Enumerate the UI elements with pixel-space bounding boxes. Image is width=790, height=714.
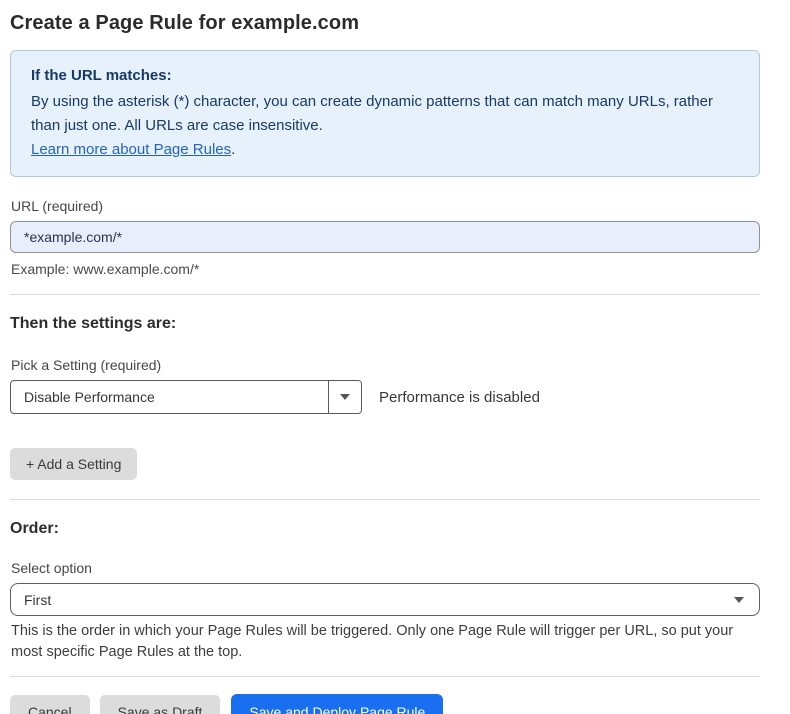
divider [10,676,760,677]
url-example-text: Example: www.example.com/* [11,261,760,277]
learn-more-link[interactable]: Learn more about Page Rules [31,141,231,158]
divider [10,294,760,295]
pick-setting-label: Pick a Setting (required) [11,357,760,373]
order-section-heading: Order: [10,520,760,538]
divider [10,499,760,500]
footer-actions: Cancel Save as Draft Save and Deploy Pag… [10,694,760,714]
chevron-down-icon [734,597,744,603]
save-as-draft-button[interactable]: Save as Draft [100,695,221,714]
save-and-deploy-button[interactable]: Save and Deploy Page Rule [231,694,443,714]
info-box-link-line: Learn more about Page Rules. [31,138,731,162]
chevron-down-icon [340,394,350,400]
info-box-heading: If the URL matches: [31,64,739,88]
page-title: Create a Page Rule for example.com [10,12,760,35]
order-select-label: Select option [11,560,760,576]
url-field-label: URL (required) [11,198,760,214]
link-suffix: . [231,141,235,158]
url-input[interactable] [10,221,760,253]
settings-section-heading: Then the settings are: [10,315,760,333]
setting-select-value: Disable Performance [11,381,328,413]
add-setting-button[interactable]: + Add a Setting [10,448,137,480]
url-match-info-box: If the URL matches: By using the asteris… [10,50,760,177]
setting-select[interactable]: Disable Performance [10,380,362,414]
create-page-rule-panel: Create a Page Rule for example.com If th… [0,0,790,714]
setting-status-text: Performance is disabled [379,389,540,406]
info-box-body: By using the asterisk (*) character, you… [31,90,731,138]
order-help-text: This is the order in which your Page Rul… [11,621,756,663]
setting-select-arrow-button[interactable] [328,381,361,413]
order-select-value: First [24,592,51,608]
setting-row: Disable Performance Performance is disab… [10,380,760,414]
order-select[interactable]: First [10,583,760,616]
cancel-button[interactable]: Cancel [10,695,90,714]
